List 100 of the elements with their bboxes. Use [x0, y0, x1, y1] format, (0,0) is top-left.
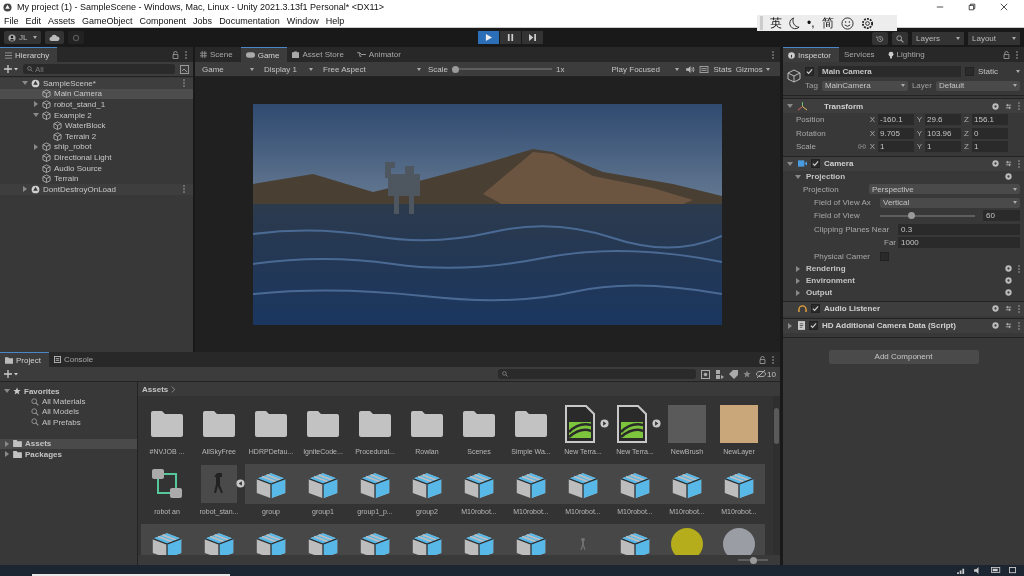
battery-icon[interactable] — [991, 567, 1001, 573]
number-field[interactable]: 1 — [972, 141, 1008, 153]
history-button[interactable] — [872, 32, 888, 45]
hierarchy-item[interactable]: Directional Light — [0, 152, 193, 163]
expanded-arrow-icon[interactable] — [787, 160, 793, 167]
number-field[interactable]: 0 — [972, 127, 1008, 139]
layer-dropdown[interactable]: Default — [935, 80, 1020, 91]
lock-icon[interactable] — [759, 355, 766, 364]
name-field[interactable]: Main Camera — [818, 66, 961, 77]
stats-button[interactable]: Stats — [713, 64, 732, 74]
view-tab[interactable]: Scene — [195, 47, 241, 62]
menu-item[interactable]: File — [4, 15, 19, 26]
moon-icon[interactable] — [789, 16, 800, 30]
number-field[interactable]: 1 — [925, 141, 961, 153]
search-button[interactable] — [892, 32, 908, 45]
smiley-icon[interactable] — [840, 16, 854, 30]
menu-item[interactable]: GameObject — [82, 15, 133, 26]
collapsed-arrow-icon[interactable] — [795, 277, 801, 284]
close-icon[interactable] — [1000, 3, 1008, 11]
project-tab[interactable]: Project — [0, 352, 49, 367]
add-icon[interactable] — [4, 370, 18, 378]
project-tree-item[interactable]: Assets — [0, 438, 137, 449]
play-mode-dropdown[interactable]: Play Focused — [608, 63, 683, 75]
hierarchy-item[interactable]: Terrain 2 — [0, 130, 193, 142]
account-button[interactable]: JL — [4, 31, 42, 44]
hierarchy-item[interactable]: WaterBlock — [0, 120, 193, 131]
checkbox[interactable] — [811, 159, 820, 168]
settings-icon[interactable] — [860, 16, 874, 30]
dropdown[interactable]: Perspective — [869, 184, 1020, 195]
hierarchy-item[interactable]: Example 2 — [0, 109, 193, 121]
search-by-type-icon[interactable] — [701, 369, 711, 379]
keyboard-icon[interactable] — [699, 65, 710, 73]
number-field[interactable]: 9.705 — [878, 127, 914, 139]
collapsed-arrow-icon[interactable] — [4, 440, 10, 447]
project-tree-item[interactable]: All Materials — [0, 396, 137, 407]
presets-icon[interactable] — [1005, 102, 1012, 110]
collapsed-arrow-icon[interactable] — [4, 451, 10, 458]
tag-dropdown[interactable]: MainCamera — [821, 80, 908, 91]
aspect-dropdown[interactable]: Free Aspect — [320, 63, 424, 75]
view-tab[interactable]: Game — [240, 47, 288, 62]
presets-icon[interactable] — [1005, 322, 1012, 330]
minimize-icon[interactable] — [936, 3, 944, 11]
asset-item[interactable] — [713, 524, 765, 555]
section-header[interactable]: Rendering — [783, 262, 1024, 275]
collapsed-arrow-icon[interactable] — [795, 289, 801, 296]
hierarchy-item[interactable]: ship_robot — [0, 141, 193, 153]
expanded-arrow-icon[interactable] — [33, 112, 39, 119]
component-header[interactable]: Transform — [783, 98, 1024, 113]
maximize-icon[interactable] — [968, 3, 976, 11]
collapsed-arrow-icon[interactable] — [33, 143, 39, 150]
number-field[interactable]: 1 — [878, 141, 914, 153]
expand-icon[interactable] — [600, 419, 609, 428]
presets-icon[interactable] — [1005, 305, 1012, 313]
number-field[interactable]: 0.3 — [898, 223, 1020, 235]
scene-item[interactable]: DontDestroyOnLoad — [0, 183, 193, 195]
speaker-icon[interactable] — [686, 65, 696, 73]
add-component-button[interactable]: Add Component — [828, 349, 979, 364]
language-toggle[interactable]: 英 — [770, 17, 782, 29]
section-header[interactable]: Environment — [783, 274, 1024, 287]
help-icon[interactable] — [992, 322, 999, 330]
scale-slider[interactable] — [452, 65, 552, 73]
menu-item[interactable]: Component — [139, 15, 187, 26]
inspector-tab[interactable]: Services — [838, 47, 883, 62]
network-icon[interactable] — [957, 567, 966, 574]
collapsed-arrow-icon[interactable] — [33, 101, 39, 108]
link-icon[interactable] — [858, 144, 866, 150]
filter-icon[interactable] — [715, 369, 725, 379]
notification-icon[interactable] — [1009, 567, 1016, 574]
scene-item[interactable]: SampleScene* — [0, 78, 193, 89]
search-field[interactable]: All — [23, 64, 175, 74]
menu-item[interactable]: Help — [325, 15, 345, 26]
hierarchy-item[interactable]: robot_stand_1 — [0, 99, 193, 110]
component-header[interactable]: Camera — [783, 155, 1024, 171]
view-mode-dropdown[interactable]: Game — [199, 63, 257, 75]
collapsed-arrow-icon[interactable] — [795, 265, 801, 272]
expanded-arrow-icon[interactable] — [4, 388, 10, 395]
hierarchy-item[interactable]: Main Camera — [0, 88, 193, 100]
expanded-arrow-icon[interactable] — [795, 173, 801, 180]
collapsed-arrow-icon[interactable] — [22, 186, 28, 193]
view-tab[interactable]: Animator — [351, 47, 409, 62]
step-button[interactable] — [522, 31, 543, 44]
checkbox[interactable] — [811, 304, 820, 314]
slider[interactable] — [880, 211, 975, 220]
hierarchy-item[interactable]: Audio Source — [0, 162, 193, 174]
lock-icon[interactable] — [1003, 50, 1010, 59]
inspector-tab[interactable]: Inspector — [783, 47, 839, 62]
dropdown[interactable]: Vertical — [880, 197, 1020, 208]
expanded-arrow-icon[interactable] — [22, 80, 28, 87]
collapse-icon[interactable] — [236, 479, 245, 488]
project-tab[interactable]: Console — [48, 352, 102, 367]
number-field[interactable]: 60 — [983, 210, 1020, 222]
collab-button[interactable] — [68, 31, 85, 44]
help-icon[interactable] — [992, 102, 999, 110]
presets-icon[interactable] — [1005, 160, 1012, 167]
cloud-button[interactable] — [45, 31, 65, 44]
number-field[interactable]: 29.6 — [925, 114, 961, 126]
number-field[interactable]: 156.1 — [972, 114, 1008, 126]
menu-item[interactable]: Assets — [48, 15, 76, 26]
menu-item[interactable]: Edit — [25, 15, 42, 26]
breadcrumb-link[interactable]: Assets — [142, 384, 169, 394]
